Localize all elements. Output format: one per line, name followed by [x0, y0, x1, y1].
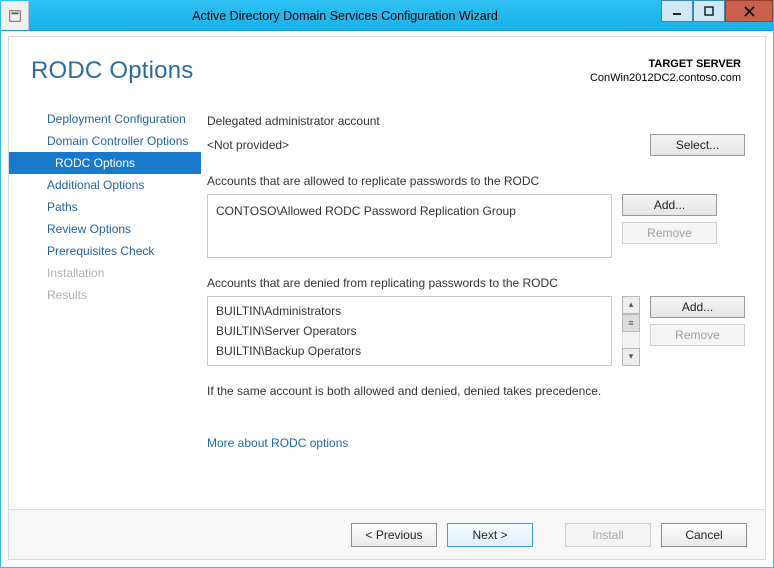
target-server-value: ConWin2012DC2.contoso.com — [590, 71, 741, 85]
nav-domain-controller-options[interactable]: Domain Controller Options — [9, 130, 201, 152]
allowed-accounts-list[interactable]: CONTOSO\Allowed RODC Password Replicatio… — [207, 194, 612, 258]
cancel-button[interactable]: Cancel — [661, 523, 747, 547]
allowed-remove-button: Remove — [622, 222, 717, 244]
nav-results: Results — [9, 284, 201, 306]
delegated-admin-label: Delegated administrator account — [207, 114, 745, 128]
delegated-admin-value: <Not provided> — [207, 138, 527, 152]
list-item[interactable]: BUILTIN\Server Operators — [216, 321, 603, 341]
scroll-thumb[interactable]: ≡ — [622, 314, 640, 332]
wizard-nav: Deployment Configuration Domain Controll… — [9, 98, 201, 450]
allowed-add-button[interactable]: Add... — [622, 194, 717, 216]
precedence-note: If the same account is both allowed and … — [207, 384, 745, 398]
more-about-link[interactable]: More about RODC options — [207, 436, 348, 450]
install-button: Install — [565, 523, 651, 547]
denied-remove-button: Remove — [650, 324, 745, 346]
allowed-accounts-label: Accounts that are allowed to replicate p… — [207, 174, 745, 188]
window-controls — [661, 1, 773, 30]
denied-accounts-label: Accounts that are denied from replicatin… — [207, 276, 745, 290]
list-item[interactable]: BUILTIN\Backup Operators — [216, 341, 603, 361]
scroll-up-icon[interactable]: ▴ — [622, 296, 640, 314]
close-button[interactable] — [725, 0, 773, 22]
nav-deployment-configuration[interactable]: Deployment Configuration — [9, 108, 201, 130]
system-menu-icon[interactable] — [1, 1, 29, 30]
target-server-block: TARGET SERVER ConWin2012DC2.contoso.com — [590, 57, 741, 86]
wizard-panel: RODC Options TARGET SERVER ConWin2012DC2… — [8, 36, 766, 560]
list-item[interactable]: CONTOSO\Allowed RODC Password Replicatio… — [216, 201, 603, 221]
main-pane: Delegated administrator account <Not pro… — [201, 98, 745, 450]
scroll-down-icon[interactable]: ▾ — [622, 348, 640, 366]
next-button[interactable]: Next > — [447, 523, 533, 547]
previous-button[interactable]: < Previous — [351, 523, 437, 547]
select-button[interactable]: Select... — [650, 134, 745, 156]
nav-paths[interactable]: Paths — [9, 196, 201, 218]
nav-rodc-options[interactable]: RODC Options — [9, 152, 201, 174]
list-item[interactable]: BUILTIN\Administrators — [216, 301, 603, 321]
denied-accounts-list[interactable]: BUILTIN\Administrators BUILTIN\Server Op… — [207, 296, 612, 366]
nav-prerequisites-check[interactable]: Prerequisites Check — [9, 240, 201, 262]
nav-installation: Installation — [9, 262, 201, 284]
title-bar: Active Directory Domain Services Configu… — [1, 1, 773, 31]
wizard-footer: < Previous Next > Install Cancel — [9, 509, 765, 559]
maximize-button[interactable] — [693, 0, 725, 22]
window-title: Active Directory Domain Services Configu… — [29, 9, 661, 23]
minimize-button[interactable] — [661, 0, 693, 22]
denied-add-button[interactable]: Add... — [650, 296, 745, 318]
nav-additional-options[interactable]: Additional Options — [9, 174, 201, 196]
page-title: RODC Options — [31, 57, 193, 85]
scroll-track[interactable] — [622, 332, 640, 348]
target-server-label: TARGET SERVER — [590, 57, 741, 71]
denied-scrollbar[interactable]: ▴ ≡ ▾ — [622, 296, 640, 366]
nav-review-options[interactable]: Review Options — [9, 218, 201, 240]
